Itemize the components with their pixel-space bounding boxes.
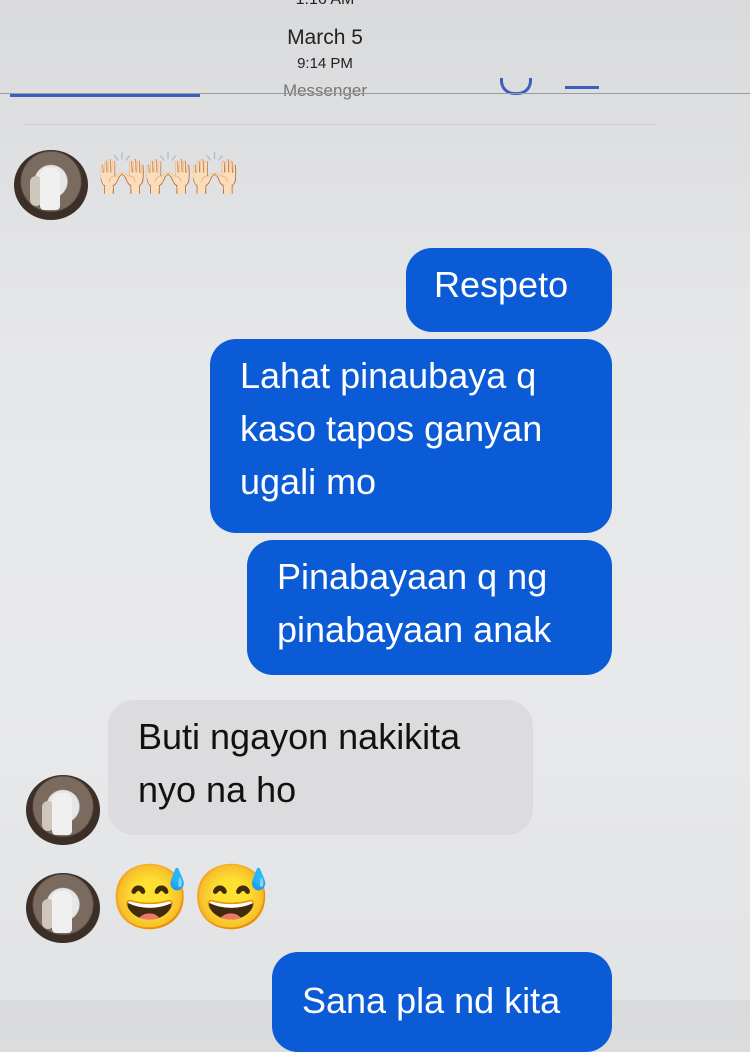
emoji-message-sweat-smile: 😅😅 bbox=[110, 861, 274, 933]
avatar[interactable] bbox=[26, 775, 100, 845]
outgoing-message-bubble[interactable]: Lahat pinaubaya q kaso tapos ganyan ugal… bbox=[210, 339, 612, 533]
outgoing-message-bubble[interactable]: Pinabayaan q ng pinabayaan anak bbox=[247, 540, 612, 675]
conversation-date: March 5 bbox=[287, 26, 363, 49]
conversation-time: 9:14 PM bbox=[297, 55, 353, 72]
avatar[interactable] bbox=[26, 873, 100, 943]
section-divider bbox=[25, 124, 655, 125]
emoji-message-raised-hands: 🙌🏻🙌🏻🙌🏻 bbox=[96, 150, 241, 197]
incoming-message-bubble[interactable]: Buti ngayon nakikita nyo na ho bbox=[108, 700, 533, 835]
status-time: 1:16 AM bbox=[0, 0, 650, 9]
header-divider bbox=[0, 93, 750, 94]
outgoing-message-bubble[interactable]: Sana pla nd kita bbox=[272, 952, 612, 1052]
header-back-icon[interactable] bbox=[10, 84, 200, 97]
avatar[interactable] bbox=[14, 150, 88, 220]
outgoing-message-bubble[interactable]: Respeto bbox=[406, 248, 612, 332]
menu-icon[interactable] bbox=[565, 86, 599, 89]
